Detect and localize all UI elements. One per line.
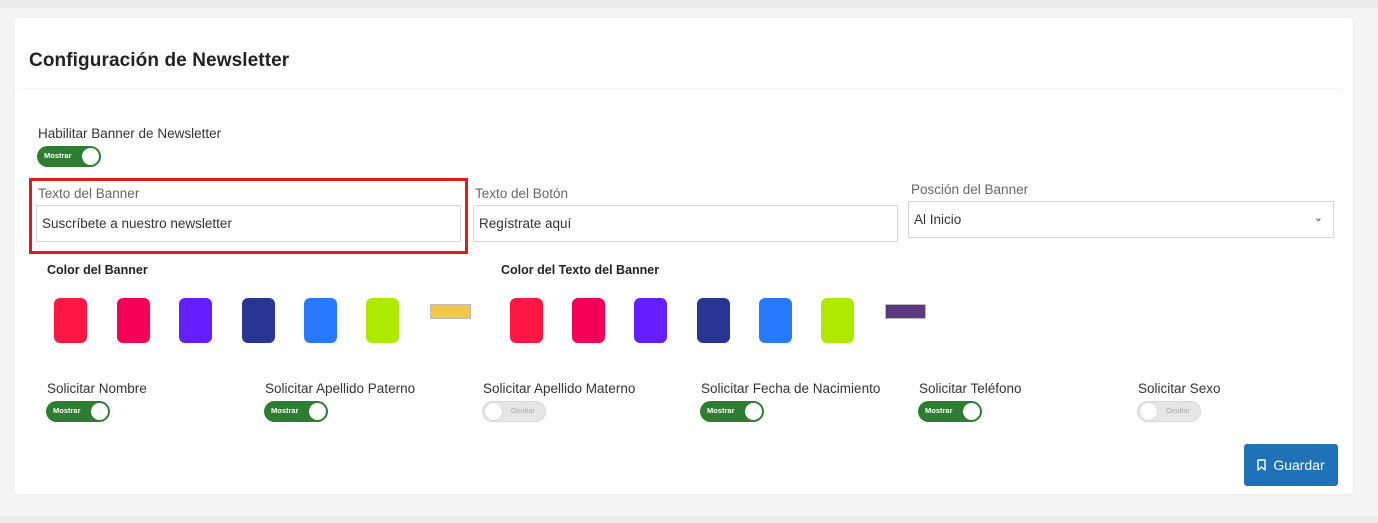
enable-banner-label: Habilitar Banner de Newsletter bbox=[38, 126, 222, 141]
banner-text-color-swatch[interactable] bbox=[510, 298, 543, 343]
request-birthdate-label: Solicitar Fecha de Nacimiento bbox=[701, 381, 881, 396]
banner-text-color-swatch[interactable] bbox=[821, 298, 854, 343]
card-header: Configuración de Newsletter bbox=[14, 18, 1353, 88]
button-text-label: Texto del Botón bbox=[475, 186, 569, 201]
toggle-knob bbox=[485, 403, 502, 420]
banner-position-value: Al Inicio bbox=[914, 212, 962, 227]
request-maternal-surname-toggle[interactable]: Ocultar bbox=[482, 401, 546, 422]
toggle-state-label: Mostrar bbox=[271, 406, 299, 415]
toggle-knob bbox=[309, 403, 326, 420]
toggle-state-label: Ocultar bbox=[1165, 406, 1190, 415]
banner-color-swatch[interactable] bbox=[242, 298, 275, 343]
banner-text-color-selected[interactable] bbox=[885, 304, 926, 319]
request-sex-label: Solicitar Sexo bbox=[1138, 381, 1221, 396]
banner-color-swatch[interactable] bbox=[54, 298, 87, 343]
toggle-knob bbox=[745, 403, 762, 420]
banner-text-color-swatch[interactable] bbox=[634, 298, 667, 343]
request-name-label: Solicitar Nombre bbox=[47, 381, 147, 396]
request-birthdate-toggle[interactable]: Mostrar bbox=[700, 401, 764, 422]
banner-color-swatch[interactable] bbox=[117, 298, 150, 343]
banner-text-color-swatch[interactable] bbox=[572, 298, 605, 343]
banner-position-label: Posción del Banner bbox=[911, 182, 1029, 197]
banner-text-color-swatch[interactable] bbox=[697, 298, 730, 343]
banner-position-select[interactable]: Al Inicio ⌄ bbox=[908, 201, 1334, 238]
request-sex-toggle[interactable]: Ocultar bbox=[1137, 401, 1201, 422]
toggle-state-label: Mostrar bbox=[44, 151, 72, 160]
banner-color-selected[interactable] bbox=[430, 304, 471, 319]
banner-color-swatch[interactable] bbox=[304, 298, 337, 343]
request-name-toggle[interactable]: Mostrar bbox=[46, 401, 110, 422]
banner-color-swatch[interactable] bbox=[179, 298, 212, 343]
enable-banner-toggle[interactable]: Mostrar bbox=[37, 146, 101, 167]
request-paternal-surname-toggle[interactable]: Mostrar bbox=[264, 401, 328, 422]
toggle-state-label: Mostrar bbox=[925, 406, 953, 415]
save-button-label: Guardar bbox=[1273, 457, 1325, 473]
banner-text-color-label: Color del Texto del Banner bbox=[501, 263, 660, 277]
toggle-knob bbox=[963, 403, 980, 420]
request-maternal-surname-label: Solicitar Apellido Materno bbox=[483, 381, 636, 396]
button-text-input[interactable]: Regístrate aquí bbox=[473, 205, 898, 242]
banner-color-swatch[interactable] bbox=[366, 298, 399, 343]
toggle-knob bbox=[91, 403, 108, 420]
toggle-knob bbox=[1140, 403, 1157, 420]
request-phone-toggle[interactable]: Mostrar bbox=[918, 401, 982, 422]
bookmark-icon bbox=[1257, 459, 1267, 471]
banner-color-label: Color del Banner bbox=[47, 263, 148, 277]
highlight-box bbox=[29, 178, 468, 254]
banner-text-color-swatch[interactable] bbox=[759, 298, 792, 343]
chevron-down-icon: ⌄ bbox=[1313, 212, 1323, 224]
toggle-knob bbox=[82, 148, 99, 165]
request-paternal-surname-label: Solicitar Apellido Paterno bbox=[265, 381, 416, 396]
request-phone-label: Solicitar Teléfono bbox=[919, 381, 1022, 396]
save-button[interactable]: Guardar bbox=[1244, 444, 1338, 486]
toggle-state-label: Mostrar bbox=[53, 406, 81, 415]
page-title: Configuración de Newsletter bbox=[29, 50, 290, 71]
newsletter-config-card: Configuración de Newsletter bbox=[14, 18, 1353, 494]
toggle-state-label: Ocultar bbox=[510, 406, 535, 415]
toggle-state-label: Mostrar bbox=[707, 406, 735, 415]
